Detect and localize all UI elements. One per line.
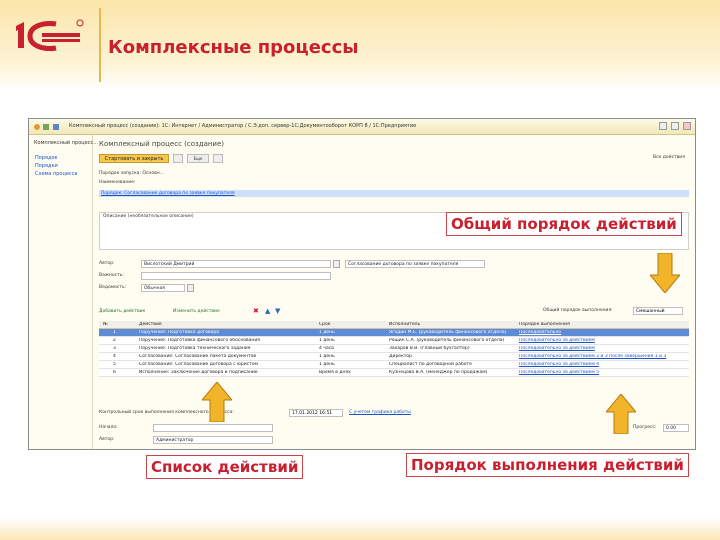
col-number: № <box>103 322 108 327</box>
sidebar-link-orders[interactable]: Порядки <box>35 163 58 169</box>
delete-icon[interactable]: ✖ <box>253 307 259 315</box>
change-action-button[interactable]: Изменить действие <box>173 309 220 314</box>
order-select[interactable]: Смешанный <box>633 307 683 315</box>
deadline-link[interactable]: С учетом графика работы <box>349 410 411 415</box>
more-button[interactable]: Еще <box>187 154 209 163</box>
author-field[interactable]: Вислотский Дмитрий <box>141 260 331 268</box>
author-select-button[interactable] <box>333 260 340 268</box>
table-row[interactable]: 5 Согласование: Согласование договора с … <box>99 361 689 369</box>
all-actions-label[interactable]: Все действия <box>653 155 685 160</box>
close-button[interactable] <box>683 122 691 130</box>
importance-label: Важность: <box>99 273 124 278</box>
author-label: Автор: <box>99 261 115 266</box>
callout-general-order: Общий порядок действий <box>446 212 682 236</box>
actions-grid: № Действие Срок Исполнитель Порядок выпо… <box>99 321 689 377</box>
progress-label: Прогресс: <box>633 425 657 430</box>
col-term: Срок <box>319 322 331 327</box>
add-action-button[interactable]: Добавить действие <box>99 309 145 314</box>
col-order: Порядок выполнения <box>519 322 570 327</box>
window-titlebar: Комплексный процесс (создание): 1С: Инте… <box>29 119 695 135</box>
sidebar: Комплексный процесс... Порядок Порядки С… <box>29 135 98 449</box>
order-label: Общий порядок выполнения: <box>543 308 613 313</box>
executor-label: Ведомость: <box>99 285 127 290</box>
arrow-up-icon <box>606 394 636 434</box>
table-row[interactable]: 2 Поручение: Подготовка финансового обос… <box>99 337 689 345</box>
help-icon[interactable] <box>213 154 223 163</box>
start-and-close-button[interactable]: Стартовать и закрыть <box>99 154 169 163</box>
1c-logo <box>16 19 84 51</box>
arrow-down-icon <box>650 253 680 293</box>
form-title: Комплексный процесс (создание) <box>99 140 225 148</box>
minimize-button[interactable] <box>659 122 667 130</box>
callout-execution-order: Порядок выполнения действий <box>406 453 689 477</box>
window-title: Комплексный процесс (создание): 1С: Инте… <box>69 123 417 129</box>
sidebar-title: Комплексный процесс... <box>34 140 98 146</box>
save-icon[interactable] <box>173 154 183 163</box>
arrow-up-icon <box>202 382 232 422</box>
slide: Комплексные процессы Комплексный процесс… <box>0 0 720 540</box>
col-action: Действие <box>139 322 162 327</box>
header-divider <box>99 8 101 82</box>
deadline-field[interactable]: 17.01.2012 16:51 <box>289 409 343 417</box>
maximize-button[interactable] <box>671 122 679 130</box>
subject-label: Наименование: <box>99 180 136 185</box>
footer-band <box>0 518 720 540</box>
callout-actions-list: Список действий <box>146 455 304 479</box>
executor-select-button[interactable] <box>187 284 194 292</box>
col-executor: Исполнитель <box>389 322 421 327</box>
description-label: Описание (необязательное описание) <box>103 214 194 219</box>
importance-field[interactable] <box>141 272 331 280</box>
highlighted-field[interactable]: Порядок: Согласование договора по заявке… <box>99 190 689 197</box>
grid-header: № Действие Срок Исполнитель Порядок выпо… <box>99 321 689 329</box>
highlighted-link[interactable]: Порядок: Согласование договора по заявке… <box>101 191 235 196</box>
move-up-icon[interactable]: ▲ <box>265 307 270 315</box>
table-row[interactable]: 1 Поручение: Подготовка договора 1 день … <box>99 329 689 337</box>
sidebar-link-order[interactable]: Порядок <box>35 155 58 161</box>
app-screenshot: Комплексный процесс (создание): 1С: Инте… <box>28 118 696 450</box>
table-row[interactable]: 6 Исполнение: Заключение договора и подп… <box>99 369 689 377</box>
footer-author-label: Автор: <box>99 437 115 442</box>
toolbar-icons <box>34 124 59 130</box>
author-extra-field[interactable]: Согласование договора по заявке покупате… <box>345 260 485 268</box>
footer-author-field[interactable]: Администратор <box>153 436 273 444</box>
progress-field[interactable]: 0.00 <box>663 424 689 432</box>
start-order-label: Порядок запуска: Основн... <box>99 171 164 176</box>
started-label: Начало: <box>99 425 118 430</box>
move-down-icon[interactable]: ▼ <box>275 307 280 315</box>
started-field[interactable] <box>153 424 273 432</box>
slide-title: Комплексные процессы <box>108 37 359 58</box>
table-row[interactable]: 3 Поручение: Подготовка технического зад… <box>99 345 689 353</box>
executor-field[interactable]: Обычная <box>141 284 185 292</box>
sidebar-link-scheme[interactable]: Схема процесса <box>35 171 78 177</box>
table-row[interactable]: 4 Согласование: Согласование пакета доку… <box>99 353 689 361</box>
